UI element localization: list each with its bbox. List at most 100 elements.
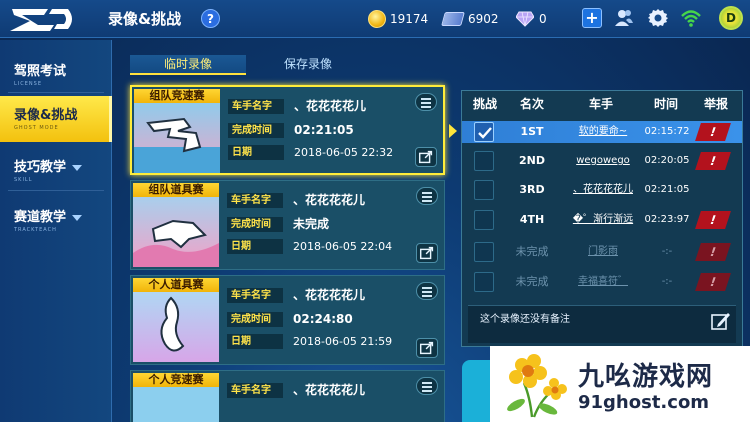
wifi-signal-icon [681,10,701,27]
challenge-checkbox[interactable] [474,180,494,200]
challenge-panel: 挑战 名次 车手 时间 举报 1ST 软的要命~ 02:15:72 ! 2ND … [461,90,743,347]
add-currency-icon[interactable]: + [582,8,602,28]
share-icon[interactable] [416,243,438,263]
rank-cell: 4TH [519,213,545,226]
sidebar-item-sub: GHOST MODE [14,125,59,131]
page-title: 录像&挑战 [108,10,182,28]
track-thumbnail: 组队道具赛 [133,183,219,267]
help-icon[interactable]: ? [201,9,220,28]
selection-pointer-icon [449,124,457,138]
challenge-checkbox[interactable] [474,242,494,262]
share-icon[interactable] [415,147,437,167]
sidebar-item-label: 技巧教学 [14,156,112,175]
recording-card[interactable]: 个人竞速赛 车手名字 、花花花花儿 [130,370,445,422]
report-button[interactable]: ! [695,152,731,170]
driver-link[interactable]: wegowego [560,150,646,172]
driver-link[interactable]: 幸福喜符゛ [560,271,646,293]
menu-icon[interactable] [416,282,438,300]
track-thumbnail: 个人道具赛 [133,278,219,362]
ticket-icon [441,12,465,26]
note-box: 这个录像还没有备注 [468,305,736,343]
flower-logo-icon [507,354,567,418]
finish-time-label: 完成时间 [227,312,283,327]
report-button[interactable]: ! [695,273,731,291]
site-watermark: 九吆游戏网 91ghost.com [490,346,750,422]
date-label: 日期 [227,239,283,254]
time-cell: -:- [661,276,673,287]
driver-name: 、花花花花儿 [294,99,367,113]
mode-badge: 个人道具赛 [133,278,219,292]
driver-label: 车手名字 [227,383,283,398]
driver-name: 、花花花花儿 [293,288,366,302]
driver-link[interactable]: 、花花花花儿 [560,179,646,201]
report-button[interactable]: ! [695,123,731,141]
driver-name: 、花花花花儿 [293,193,366,207]
friends-icon[interactable] [614,8,634,28]
challenge-checkbox[interactable] [474,151,494,171]
track-thumbnail: 组队竞速赛 [134,89,220,173]
rank-cell: 未完成 [515,245,549,258]
driver-label: 车手名字 [227,193,283,208]
recording-card[interactable]: 个人道具赛 车手名字 、花花花花儿 完成时间 02:24:80 日期 2018-… [130,275,445,365]
time-cell: 02:15:72 [644,126,690,137]
sidebar: 驾照考试 LICENSE 录像&挑战 GHOST MODE 技巧教学 SKILL… [0,40,112,422]
mode-badge: 组队竞速赛 [134,89,220,103]
sidebar-divider [8,92,104,93]
sidebar-item-track-teach[interactable]: 赛道教学 TRACKTEACH [0,198,112,244]
time-cell: 02:23:97 [644,214,690,225]
ticket-counter: 6902 [441,10,499,28]
diamond-value: 0 [539,12,547,26]
menu-icon[interactable] [416,187,438,205]
mode-badge: 个人竞速赛 [133,373,219,387]
col-header-challenge: 挑战 [472,97,497,111]
track-thumbnail: 个人竞速赛 [133,373,219,422]
recording-card[interactable]: 组队竞速赛 车手名字 、花花花花儿 完成时间 02:21:05 日期 2018-… [130,85,445,175]
finish-time: 未完成 [293,217,330,231]
menu-icon[interactable] [416,377,438,395]
driver-link[interactable]: 门影雨 [560,241,646,263]
report-button[interactable]: ! [695,211,731,229]
sidebar-item-label: 驾照考试 [14,64,67,79]
menu-icon[interactable] [415,93,437,111]
watermark-title: 九吆游戏网 [578,362,714,392]
challenge-checkbox[interactable] [474,122,494,142]
sidebar-item-sub: TRACKTEACH [14,227,57,233]
sidebar-item-ghost-mode[interactable]: 录像&挑战 GHOST MODE [0,96,112,142]
sidebar-item-skill[interactable]: 技巧教学 SKILL [0,148,112,194]
driver-link[interactable]: �゜渐行渐远 [560,209,646,231]
edit-note-icon[interactable] [710,310,732,332]
table-row[interactable]: 未完成 门影雨 -:- ! [462,241,742,263]
app-root: 录像&挑战 ? 19174 6902 0 + D 驾照考试 LICENSE 录像… [0,0,750,422]
player-avatar[interactable]: D [719,6,743,30]
mode-badge: 组队道具赛 [133,183,219,197]
back-logo-icon[interactable] [8,5,78,33]
driver-link[interactable]: 软的要命~ [560,121,646,143]
finish-time-label: 完成时间 [227,217,283,232]
table-row[interactable]: 未完成 幸福喜符゛ -:- ! [462,271,742,293]
driver-label: 车手名字 [228,99,284,114]
report-button[interactable]: ! [695,243,731,261]
check-icon [478,127,492,139]
recording-card[interactable]: 组队道具赛 车手名字 、花花花花儿 完成时间 未完成 日期 2018-06-05… [130,180,445,270]
challenge-checkbox[interactable] [474,210,494,230]
tab-saved-recordings[interactable]: 保存录像 [250,55,366,75]
sidebar-item-sub: LICENSE [14,81,42,87]
finish-time: 02:24:80 [293,312,353,326]
tab-temp-recordings[interactable]: 临时录像 [130,55,246,75]
coin-counter: 19174 [368,10,428,28]
gear-icon[interactable] [648,8,668,28]
note-text: 这个录像还没有备注 [480,314,570,325]
coin-value: 19174 [390,12,429,26]
share-icon[interactable] [416,338,438,358]
sidebar-item-sub: SKILL [14,177,33,183]
col-header-report: 举报 [703,97,728,111]
watermark-url: 91ghost.com [578,392,710,413]
table-row[interactable]: 3RD 、花花花花儿 02:21:05 [462,179,742,201]
table-row[interactable]: 4TH �゜渐行渐远 02:23:97 ! [462,209,742,231]
col-header-time: 时间 [653,97,678,111]
challenge-checkbox[interactable] [474,272,494,292]
table-row[interactable]: 1ST 软的要命~ 02:15:72 ! [462,121,742,143]
sidebar-item-label: 赛道教学 [14,206,112,225]
table-row[interactable]: 2ND wegowego 02:20:05 ! [462,150,742,172]
chevron-down-icon [72,164,83,171]
